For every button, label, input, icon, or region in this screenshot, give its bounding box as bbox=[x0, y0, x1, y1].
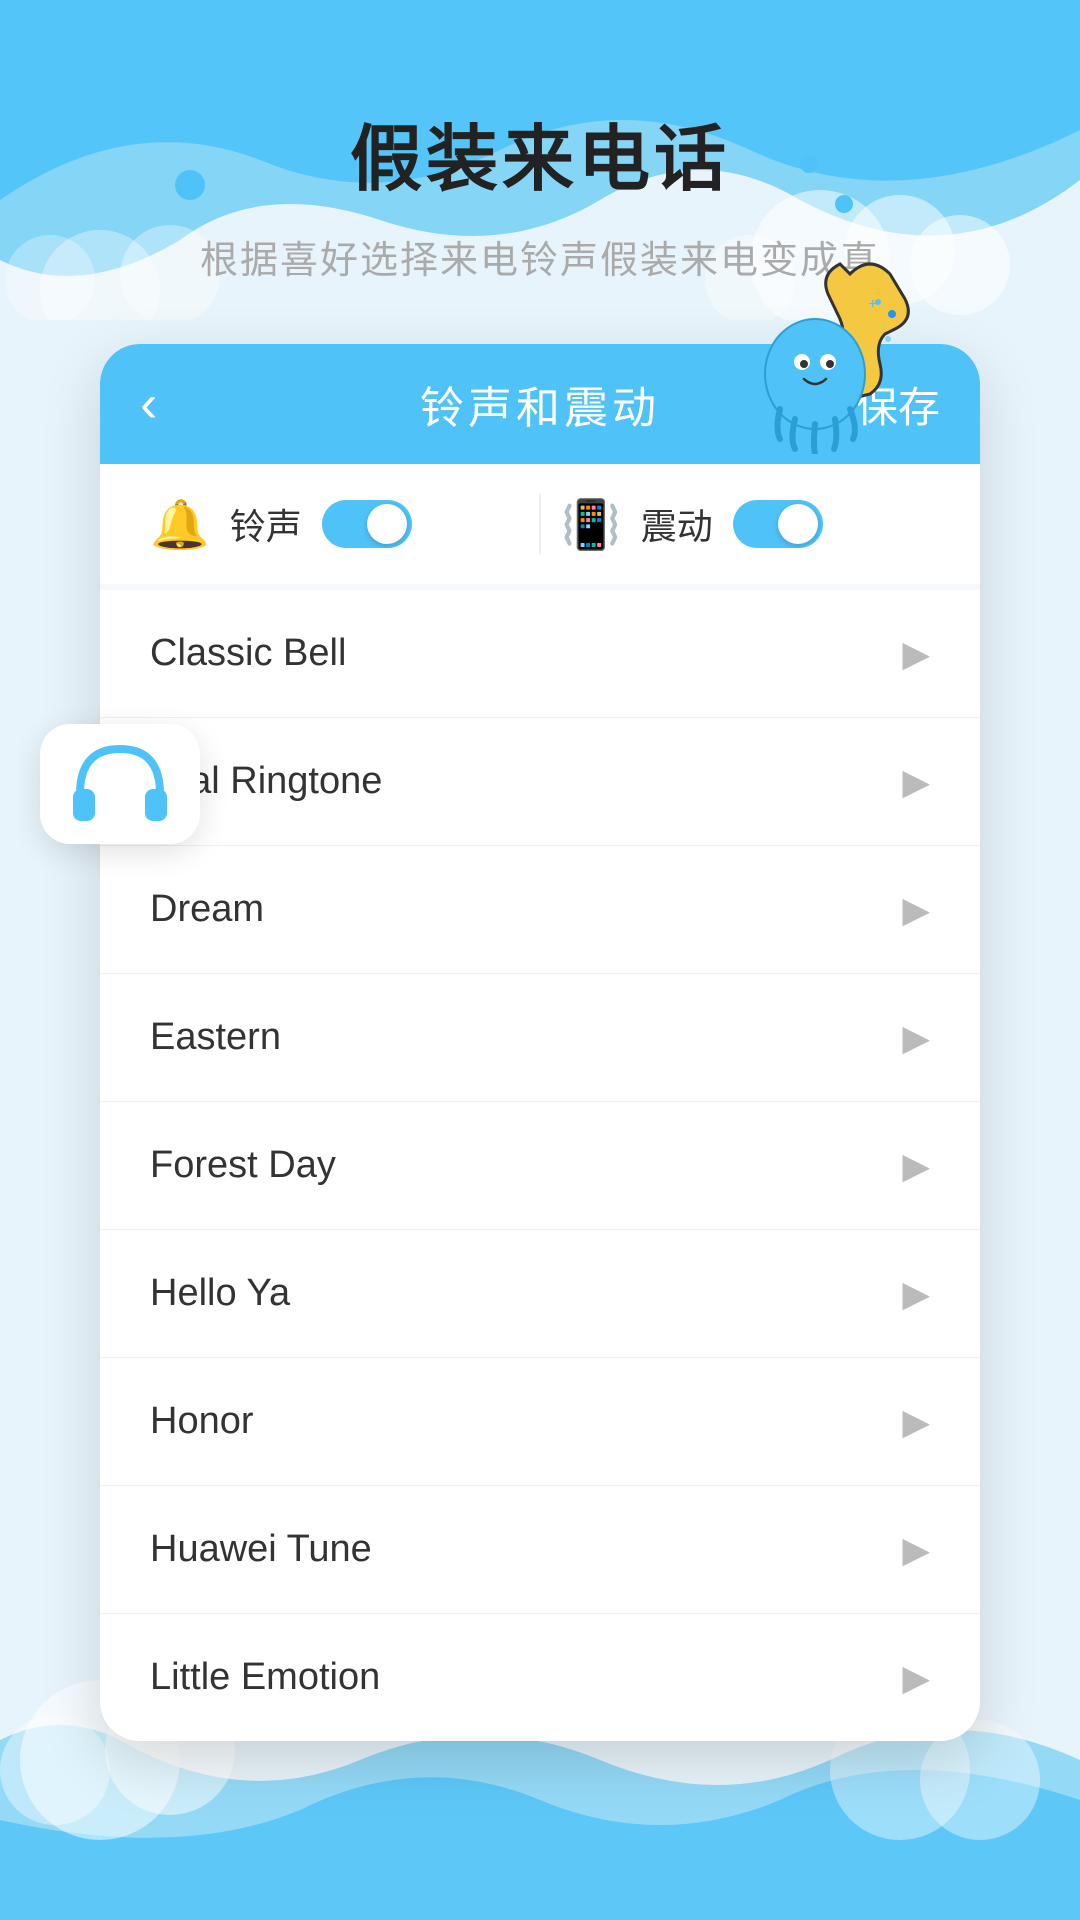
ringtone-item[interactable]: Hello Ya ▶ bbox=[100, 1230, 980, 1358]
toggle-section: 🔔 铃声 📳 震动 bbox=[100, 464, 980, 584]
ringtone-name: Forest Day bbox=[150, 1144, 336, 1187]
ringtone-item[interactable]: Dream ▶ bbox=[100, 846, 980, 974]
topbar-title: 铃声和震动 bbox=[420, 372, 660, 436]
ringtone-item[interactable]: Honor ▶ bbox=[100, 1358, 980, 1486]
phone-card: ‹ 铃声和震动 保存 🔔 铃声 📳 震动 Classic Bell ▶ bbox=[100, 344, 980, 1741]
ringtone-item[interactable]: Eastern ▶ bbox=[100, 974, 980, 1102]
ringtone-list: Classic Bell ▶ gital Ringtone ▶ Dream ▶ … bbox=[100, 590, 980, 1741]
ringtone-toggle[interactable] bbox=[322, 500, 412, 548]
phone-card-wrapper: + + ‹ 铃声和震动 保存 🔔 铃声 bbox=[100, 344, 980, 1741]
play-button[interactable]: ▶ bbox=[902, 1017, 930, 1059]
svg-text:+: + bbox=[868, 296, 877, 313]
ringtone-item[interactable]: Little Emotion ▶ bbox=[100, 1614, 980, 1741]
play-button[interactable]: ▶ bbox=[902, 1529, 930, 1571]
ringtone-item[interactable]: Huawei Tune ▶ bbox=[100, 1486, 980, 1614]
headphone-icon bbox=[40, 724, 200, 844]
vibration-icon: 📳 bbox=[561, 496, 621, 553]
ringtone-name: Classic Bell bbox=[150, 632, 346, 675]
ringtone-label: 铃声 bbox=[230, 498, 302, 550]
ringtone-item[interactable]: Forest Day ▶ bbox=[100, 1102, 980, 1230]
header-section: 假装来电话 根据喜好选择来电铃声假装来电变成真 bbox=[0, 0, 1080, 284]
ringtone-name: Eastern bbox=[150, 1016, 281, 1059]
ringtone-name: Dream bbox=[150, 888, 264, 931]
svg-text:+: + bbox=[880, 321, 886, 332]
bell-icon: 🔔 bbox=[150, 496, 210, 553]
play-button[interactable]: ▶ bbox=[902, 1401, 930, 1443]
play-button[interactable]: ▶ bbox=[902, 1657, 930, 1699]
back-button[interactable]: ‹ bbox=[140, 378, 157, 430]
octopus-decoration: + + bbox=[720, 254, 920, 454]
play-button[interactable]: ▶ bbox=[902, 1273, 930, 1315]
ringtone-name: Hello Ya bbox=[150, 1272, 290, 1315]
ringtone-toggle-group: 🔔 铃声 bbox=[150, 496, 519, 553]
play-button[interactable]: ▶ bbox=[902, 761, 930, 803]
vibration-toggle[interactable] bbox=[733, 500, 823, 548]
vibration-label: 震动 bbox=[641, 498, 713, 550]
toggle-divider bbox=[539, 494, 541, 554]
play-button[interactable]: ▶ bbox=[902, 633, 930, 675]
main-title: 假装来电话 bbox=[0, 100, 1080, 205]
ringtone-item[interactable]: Classic Bell ▶ bbox=[100, 590, 980, 718]
ringtone-item[interactable]: gital Ringtone ▶ bbox=[100, 718, 980, 846]
ringtone-name: Huawei Tune bbox=[150, 1528, 372, 1571]
ringtone-name: Honor bbox=[150, 1400, 254, 1443]
play-button[interactable]: ▶ bbox=[902, 889, 930, 931]
vibration-toggle-group: 📳 震动 bbox=[561, 496, 930, 553]
ringtone-name: Little Emotion bbox=[150, 1656, 380, 1699]
play-button[interactable]: ▶ bbox=[902, 1145, 930, 1187]
